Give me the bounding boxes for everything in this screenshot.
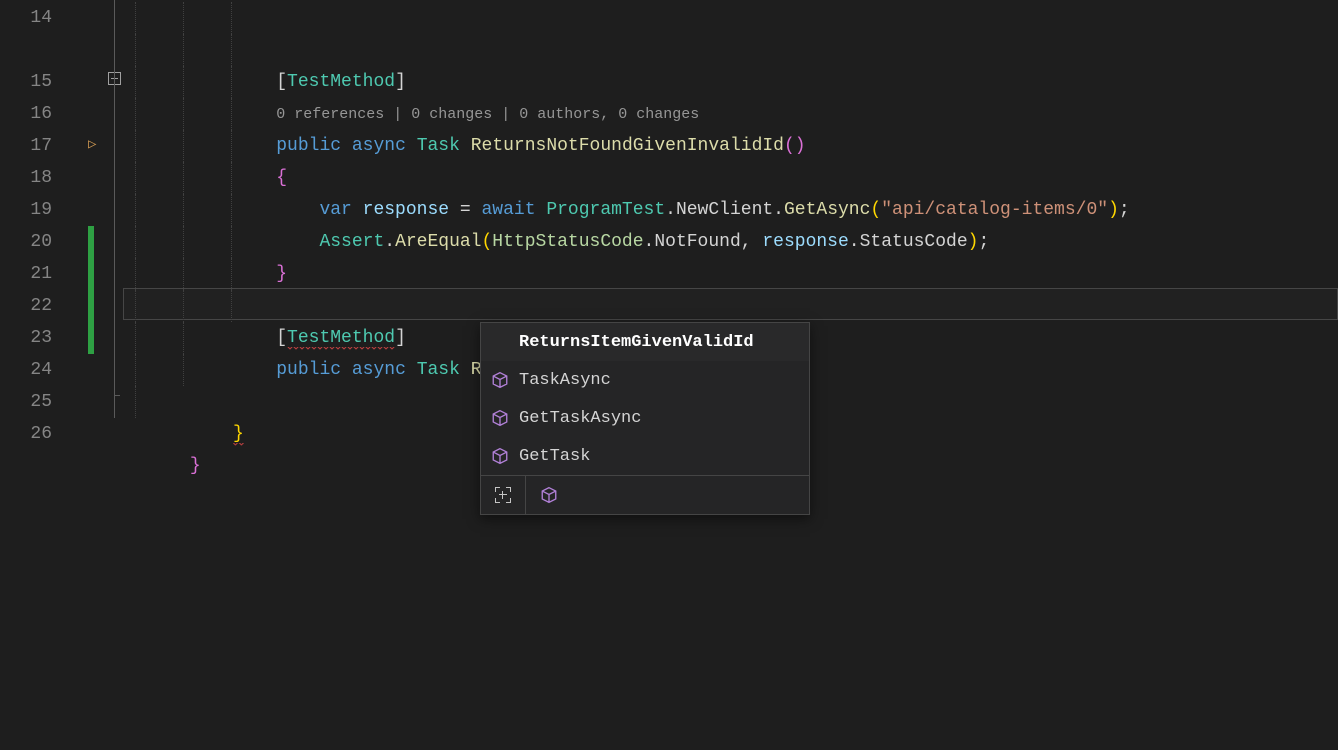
- execution-pointer-icon: ▷: [88, 136, 96, 153]
- line-number: 22: [0, 290, 70, 322]
- codelens[interactable]: 0 references | 0 changes | 0 authors, 0 …: [125, 34, 1338, 66]
- change-indicator-green: [88, 226, 94, 354]
- intellisense-popup[interactable]: ReturnsItemGivenValidId TaskAsync GetTas…: [480, 322, 810, 515]
- intellisense-item-selected[interactable]: ReturnsItemGivenValidId: [481, 323, 809, 361]
- class-icon: [491, 371, 509, 389]
- code-line[interactable]: {: [125, 98, 1338, 130]
- editor-margin: ▷: [70, 0, 125, 750]
- line-number: 15: [0, 66, 70, 98]
- code-line[interactable]: [125, 226, 1338, 258]
- code-line[interactable]: [TestMethod]: [125, 258, 1338, 290]
- suggestion-icon: [491, 333, 509, 351]
- code-line[interactable]: [TestMethod]: [125, 2, 1338, 34]
- class-icon: [491, 447, 509, 465]
- code-line[interactable]: Assert.AreEqual(HttpStatusCode.NotFound,…: [125, 162, 1338, 194]
- line-number: 16: [0, 98, 70, 130]
- intellisense-footer: [481, 475, 809, 514]
- code-line[interactable]: public async Task ReturnsNotFoundGivenIn…: [125, 66, 1338, 98]
- line-number: 17: [0, 130, 70, 162]
- line-number: 19: [0, 194, 70, 226]
- expand-icon: [495, 487, 511, 503]
- code-line-current[interactable]: public async Task ReturnsItemGivenValidI…: [125, 290, 1338, 322]
- line-number: 26: [0, 418, 70, 450]
- line-number: 24: [0, 354, 70, 386]
- intellisense-item[interactable]: GetTaskAsync: [481, 399, 809, 437]
- intellisense-item[interactable]: TaskAsync: [481, 361, 809, 399]
- line-number: 25: [0, 386, 70, 418]
- code-line[interactable]: var response = await ProgramTest.NewClie…: [125, 130, 1338, 162]
- line-number: 21: [0, 258, 70, 290]
- code-line[interactable]: }: [125, 194, 1338, 226]
- intellisense-filter-class[interactable]: [526, 476, 809, 514]
- line-number: 23: [0, 322, 70, 354]
- line-number: 20: [0, 226, 70, 258]
- line-number: 18: [0, 162, 70, 194]
- intellisense-item[interactable]: GetTask: [481, 437, 809, 475]
- intellisense-expand-button[interactable]: [481, 476, 526, 514]
- fold-end: [114, 395, 120, 396]
- line-number: 14: [0, 2, 70, 34]
- class-icon: [540, 486, 558, 504]
- line-number-gutter: 14 15 16 17 18 19 20 21 22 23 24 25 26: [0, 0, 70, 750]
- class-icon: [491, 409, 509, 427]
